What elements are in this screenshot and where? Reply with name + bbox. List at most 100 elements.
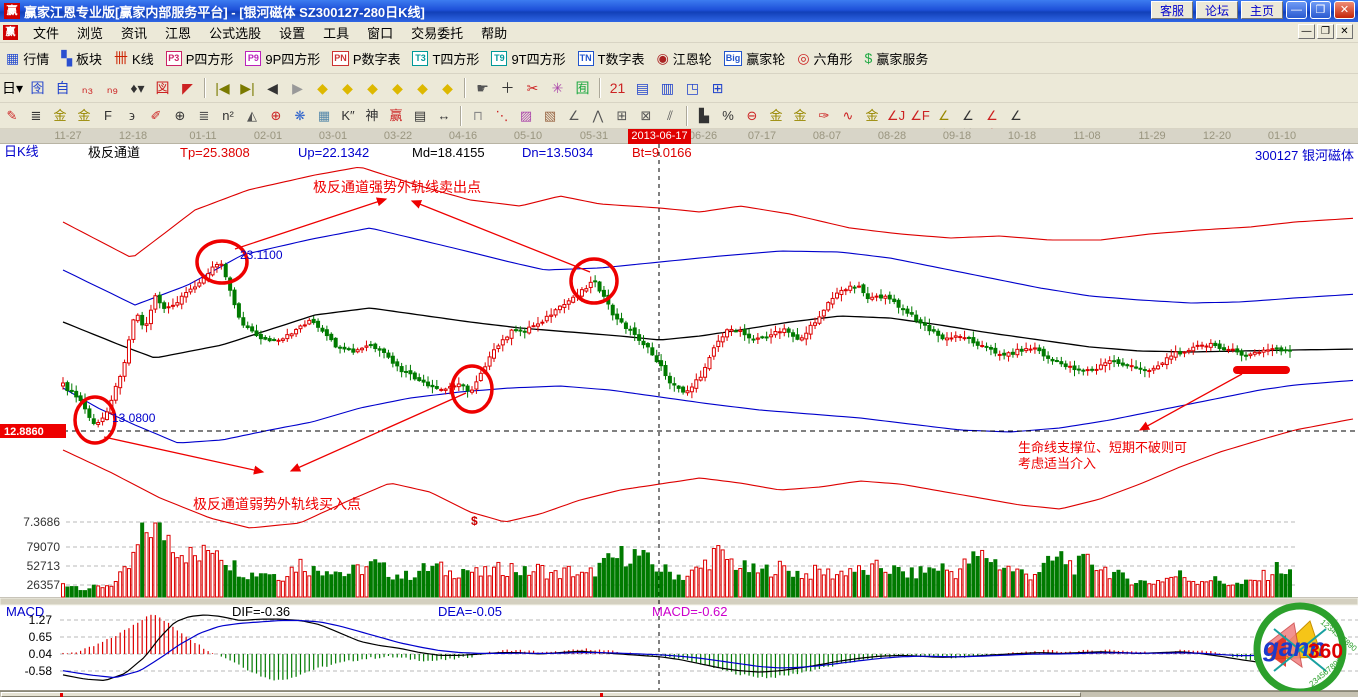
child-minimize-button[interactable]: —: [1298, 24, 1315, 39]
hexagon-button[interactable]: ◎六角形: [791, 46, 858, 71]
percent-line-icon[interactable]: ⊖: [740, 105, 764, 126]
crosshair-tool-icon[interactable]: ＋: [495, 77, 520, 100]
prev-page-icon[interactable]: ◀: [260, 77, 285, 100]
t-square-button[interactable]: T3T四方形: [406, 46, 485, 71]
date-axis[interactable]: 11-2712-1801-1102-0103-0103-2204-1605-10…: [0, 129, 1358, 144]
win-angle-icon[interactable]: ∠赢: [980, 105, 1004, 126]
width-measure-icon[interactable]: ↔: [432, 105, 456, 126]
cut-tool-icon[interactable]: ✂: [520, 77, 545, 100]
j-angle-icon[interactable]: ∠J: [884, 105, 908, 126]
calculator-icon[interactable]: ▤: [630, 77, 655, 100]
win-grid-icon[interactable]: 赢: [384, 105, 408, 126]
fan-brown-icon[interactable]: ▧: [538, 105, 562, 126]
last-page-icon[interactable]: ▶|: [235, 77, 260, 100]
p-table-button[interactable]: PNP数字表: [326, 46, 406, 71]
quotes-button[interactable]: ▦行情: [0, 46, 55, 71]
ink-pen-icon[interactable]: ✑: [812, 105, 836, 126]
grid-b-icon[interactable]: ⊠: [634, 105, 658, 126]
gann-flower-icon[interactable]: ✳: [545, 77, 570, 100]
calendar-icon[interactable]: 21: [605, 77, 630, 100]
k-notes-icon[interactable]: K″: [336, 105, 360, 126]
menu-公式选股[interactable]: 公式选股: [200, 21, 270, 44]
gold-circle-icon[interactable]: 金: [764, 105, 788, 126]
expand-right-icon[interactable]: ◆: [335, 77, 360, 100]
spider-web-icon[interactable]: ❋: [288, 105, 312, 126]
compass-icon[interactable]: ⊕: [168, 105, 192, 126]
ruler-grid-icon[interactable]: ▤: [408, 105, 432, 126]
angle-tool-icon[interactable]: ◭: [240, 105, 264, 126]
pattern-red-icon[interactable]: 図: [150, 77, 175, 100]
gold-angle-icon[interactable]: ∠金: [932, 105, 956, 126]
shen-angle-icon[interactable]: ∠神: [956, 105, 980, 126]
f-angle-icon[interactable]: ∠F: [908, 105, 932, 126]
fibonacci-icon[interactable]: F: [96, 105, 120, 126]
menu-帮助[interactable]: 帮助: [472, 21, 516, 44]
t-table-button[interactable]: TNT数字表: [572, 46, 651, 71]
fan-purple-icon[interactable]: ▨: [514, 105, 538, 126]
corner-tool-icon[interactable]: ▙: [692, 105, 716, 126]
gann-wheel-button[interactable]: ◉江恩轮: [651, 46, 718, 71]
parallel-lines-icon[interactable]: ⫽: [658, 105, 682, 126]
winner-service-button[interactable]: $赢家服务: [859, 46, 935, 71]
kline-button[interactable]: 卌K线: [108, 46, 160, 71]
wave2-icon[interactable]: ∿: [836, 105, 860, 126]
winner-wheel-button[interactable]: Big赢家轮: [718, 46, 792, 71]
n-square-icon[interactable]: n²: [216, 105, 240, 126]
minimize-button[interactable]: —: [1286, 1, 1307, 19]
next-page-icon[interactable]: ▶: [285, 77, 310, 100]
child-restore-button[interactable]: ❐: [1317, 24, 1334, 39]
restore-button[interactable]: ❐: [1310, 1, 1331, 19]
square-grid-icon[interactable]: ▦: [312, 105, 336, 126]
gold-three-icon[interactable]: 金: [860, 105, 884, 126]
horizontal-scrollbar[interactable]: [0, 691, 1358, 697]
scrollbar-thumb[interactable]: [1, 692, 1081, 697]
p-square-button[interactable]: P3P四方形: [160, 46, 240, 71]
wave-tool-icon[interactable]: ⋀: [586, 105, 610, 126]
menu-工具[interactable]: 工具: [314, 21, 358, 44]
info-panel-icon[interactable]: 自: [50, 77, 75, 100]
shrink-vert-icon[interactable]: ◆: [435, 77, 460, 100]
shen-grid-icon[interactable]: 神: [360, 105, 384, 126]
grid-a-icon[interactable]: ⊞: [610, 105, 634, 126]
dense-grid-icon[interactable]: ≣: [192, 105, 216, 126]
child-close-button[interactable]: ✕: [1336, 24, 1353, 39]
menu-窗口[interactable]: 窗口: [358, 21, 402, 44]
9p-square-button[interactable]: P99P四方形: [239, 46, 326, 71]
minor-wave-9-icon[interactable]: ₙ₉: [100, 77, 125, 100]
gold-line-icon[interactable]: 金: [788, 105, 812, 126]
pattern-green-icon[interactable]: 囿: [570, 77, 595, 100]
expand-left-icon[interactable]: ◆: [310, 77, 335, 100]
expand-vert-icon[interactable]: ◆: [410, 77, 435, 100]
menu-浏览[interactable]: 浏览: [68, 21, 112, 44]
gold-grid2-icon[interactable]: 金: [72, 105, 96, 126]
first-page-icon[interactable]: |◀: [210, 77, 235, 100]
hand-tool-icon[interactable]: ☛: [470, 77, 495, 100]
box-tool-icon[interactable]: ⊓: [466, 105, 490, 126]
forum-button[interactable]: 论坛: [1196, 1, 1238, 19]
pattern-blue-icon[interactable]: 囹: [25, 77, 50, 100]
spiral-icon[interactable]: ϶: [120, 105, 144, 126]
homepage-button[interactable]: 主页: [1241, 1, 1283, 19]
flag-chart-icon[interactable]: ◤: [175, 77, 200, 100]
menu-设置[interactable]: 设置: [270, 21, 314, 44]
menu-江恩[interactable]: 江恩: [156, 21, 200, 44]
expand-both-icon[interactable]: ◆: [360, 77, 385, 100]
percent-icon[interactable]: %: [716, 105, 740, 126]
angle-lines-icon[interactable]: ∠: [562, 105, 586, 126]
grid-lines-icon[interactable]: ≣: [24, 105, 48, 126]
target-icon[interactable]: ⊕: [264, 105, 288, 126]
pen2-tool-icon[interactable]: ✐: [144, 105, 168, 126]
shrink-both-icon[interactable]: ◆: [385, 77, 410, 100]
title-bar[interactable]: 赢 赢家江恩专业版[赢家内部服务平台] - [银河磁体 SZ300127-280…: [0, 0, 1358, 22]
fan-red-icon[interactable]: ⋱: [490, 105, 514, 126]
customer-service-button[interactable]: 客服: [1151, 1, 1193, 19]
minor-wave-3-icon[interactable]: ₙ₃: [75, 77, 100, 100]
four-angle-icon[interactable]: ∠四: [1004, 105, 1028, 126]
menu-交易委托[interactable]: 交易委托: [402, 21, 472, 44]
9t-square-button[interactable]: T99T四方形: [485, 46, 571, 71]
close-button[interactable]: ✕: [1334, 1, 1355, 19]
menu-文件[interactable]: 文件: [24, 21, 68, 44]
menu-资讯[interactable]: 资讯: [112, 21, 156, 44]
candle-style-dropdown[interactable]: ♦▾: [125, 77, 150, 100]
sectors-button[interactable]: ▚板块: [55, 46, 108, 71]
